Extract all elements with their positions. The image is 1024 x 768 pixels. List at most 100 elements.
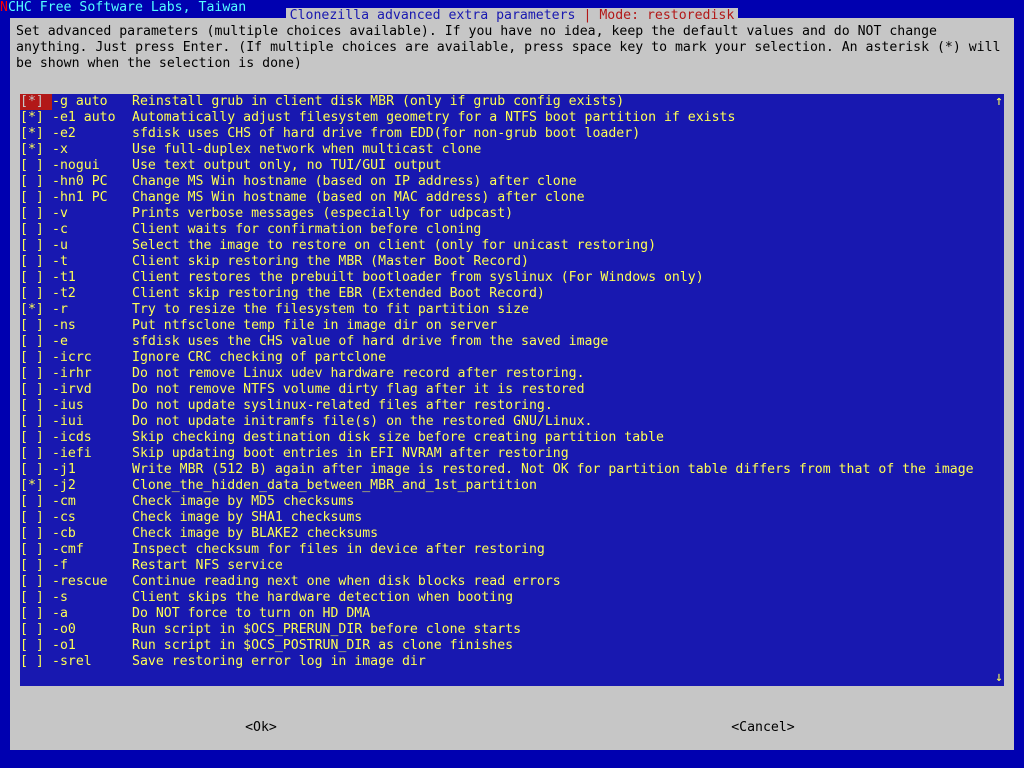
option-row[interactable]: [ ] -noguiUse text output only, no TUI/G… <box>20 158 1004 174</box>
option-row[interactable]: [ ] -cmfInspect checksum for files in de… <box>20 542 1004 558</box>
checkbox-indicator[interactable]: [ ] <box>20 494 52 510</box>
option-flag: -icrc <box>52 350 132 366</box>
checkbox-indicator[interactable]: [ ] <box>20 238 52 254</box>
option-row[interactable]: [ ] -irvdDo not remove NTFS volume dirty… <box>20 382 1004 398</box>
checkbox-indicator[interactable]: [ ] <box>20 334 52 350</box>
checkbox-indicator[interactable]: [ ] <box>20 398 52 414</box>
checkbox-indicator[interactable]: [ ] <box>20 222 52 238</box>
option-flag: -u <box>52 238 132 254</box>
options-list[interactable]: ↑ [*] -g autoReinstall grub in client di… <box>20 94 1004 686</box>
checkbox-indicator[interactable]: [ ] <box>20 590 52 606</box>
option-row[interactable]: [ ] -iusDo not update syslinux-related f… <box>20 398 1004 414</box>
checkbox-indicator[interactable]: [ ] <box>20 270 52 286</box>
option-description: Continue reading next one when disk bloc… <box>132 574 1004 590</box>
option-row[interactable]: [ ] -sClient skips the hardware detectio… <box>20 590 1004 606</box>
checkbox-indicator[interactable]: [*] <box>20 126 52 142</box>
option-description: Client waits for confirmation before clo… <box>132 222 1004 238</box>
option-row[interactable]: [ ] -csCheck image by SHA1 checksums <box>20 510 1004 526</box>
option-row[interactable]: [ ] -t1Client restores the prebuilt boot… <box>20 270 1004 286</box>
option-row[interactable]: [ ] -fRestart NFS service <box>20 558 1004 574</box>
checkbox-indicator[interactable]: [*] <box>20 142 52 158</box>
option-description: Run script in $OCS_PRERUN_DIR before clo… <box>132 622 1004 638</box>
checkbox-indicator[interactable]: [ ] <box>20 350 52 366</box>
checkbox-indicator[interactable]: [ ] <box>20 430 52 446</box>
option-row[interactable]: [ ] -cmCheck image by MD5 checksums <box>20 494 1004 510</box>
checkbox-indicator[interactable]: [ ] <box>20 574 52 590</box>
option-flag: -x <box>52 142 132 158</box>
checkbox-indicator[interactable]: [*] <box>20 94 52 110</box>
option-flag: -o0 <box>52 622 132 638</box>
option-row[interactable]: [ ] -uSelect the image to restore on cli… <box>20 238 1004 254</box>
scroll-down-icon[interactable]: ↓ <box>994 670 1004 686</box>
option-row[interactable]: [ ] -iefiSkip updating boot entries in E… <box>20 446 1004 462</box>
option-flag: -o1 <box>52 638 132 654</box>
checkbox-indicator[interactable]: [ ] <box>20 606 52 622</box>
option-flag: -irvd <box>52 382 132 398</box>
checkbox-indicator[interactable]: [ ] <box>20 446 52 462</box>
option-description: Do not remove NTFS volume dirty flag aft… <box>132 382 1004 398</box>
option-row[interactable]: [*] -rTry to resize the filesystem to fi… <box>20 302 1004 318</box>
option-row[interactable]: [ ] -rescueContinue reading next one whe… <box>20 574 1004 590</box>
checkbox-indicator[interactable]: [ ] <box>20 654 52 670</box>
option-row[interactable]: [ ] -vPrints verbose messages (especiall… <box>20 206 1004 222</box>
checkbox-indicator[interactable]: [ ] <box>20 414 52 430</box>
option-row[interactable]: [ ] -esfdisk uses the CHS value of hard … <box>20 334 1004 350</box>
checkbox-indicator[interactable]: [ ] <box>20 510 52 526</box>
option-row[interactable]: [ ] -iuiDo not update initramfs file(s) … <box>20 414 1004 430</box>
checkbox-indicator[interactable]: [*] <box>20 478 52 494</box>
checkbox-indicator[interactable]: [ ] <box>20 254 52 270</box>
option-flag: -cb <box>52 526 132 542</box>
option-row[interactable]: [ ] -hn1 PCChange MS Win hostname (based… <box>20 190 1004 206</box>
checkbox-indicator[interactable]: [ ] <box>20 542 52 558</box>
option-description: Put ntfsclone temp file in image dir on … <box>132 318 1004 334</box>
scroll-up-icon[interactable]: ↑ <box>994 94 1004 110</box>
checkbox-indicator[interactable]: [ ] <box>20 558 52 574</box>
option-row[interactable]: [ ] -aDo NOT force to turn on HD DMA <box>20 606 1004 622</box>
option-row[interactable]: [*] -xUse full-duplex network when multi… <box>20 142 1004 158</box>
checkbox-indicator[interactable]: [ ] <box>20 638 52 654</box>
checkbox-indicator[interactable]: [ ] <box>20 622 52 638</box>
option-row[interactable]: [ ] -tClient skip restoring the MBR (Mas… <box>20 254 1004 270</box>
option-row[interactable]: [ ] -icrcIgnore CRC checking of partclon… <box>20 350 1004 366</box>
option-description: Check image by BLAKE2 checksums <box>132 526 1004 542</box>
cancel-button[interactable]: <Cancel> <box>512 720 1014 736</box>
option-row[interactable]: [ ] -o0Run script in $OCS_PRERUN_DIR bef… <box>20 622 1004 638</box>
option-row[interactable]: [ ] -cbCheck image by BLAKE2 checksums <box>20 526 1004 542</box>
option-row[interactable]: [ ] -srelSave restoring error log in ima… <box>20 654 1004 670</box>
checkbox-indicator[interactable]: [ ] <box>20 318 52 334</box>
option-flag: -cm <box>52 494 132 510</box>
ok-button[interactable]: <Ok> <box>10 720 512 736</box>
topbar-label: CHC Free Software Labs, Taiwan <box>8 0 246 15</box>
checkbox-indicator[interactable]: [ ] <box>20 286 52 302</box>
checkbox-indicator[interactable]: [ ] <box>20 366 52 382</box>
checkbox-indicator[interactable]: [ ] <box>20 206 52 222</box>
option-row[interactable]: [ ] -cClient waits for confirmation befo… <box>20 222 1004 238</box>
option-row[interactable]: [*] -g autoReinstall grub in client disk… <box>20 94 1004 110</box>
option-row[interactable]: [ ] -o1Run script in $OCS_POSTRUN_DIR as… <box>20 638 1004 654</box>
option-row[interactable]: [ ] -hn0 PCChange MS Win hostname (based… <box>20 174 1004 190</box>
option-row[interactable]: [ ] -icdsSkip checking destination disk … <box>20 430 1004 446</box>
checkbox-indicator[interactable]: [ ] <box>20 174 52 190</box>
option-description: Try to resize the filesystem to fit part… <box>132 302 1004 318</box>
option-flag: -v <box>52 206 132 222</box>
option-row[interactable]: [*] -e2sfdisk uses CHS of hard drive fro… <box>20 126 1004 142</box>
checkbox-indicator[interactable]: [*] <box>20 110 52 126</box>
checkbox-indicator[interactable]: [ ] <box>20 462 52 478</box>
checkbox-indicator[interactable]: [ ] <box>20 190 52 206</box>
option-description: sfdisk uses the CHS value of hard drive … <box>132 334 1004 350</box>
option-row[interactable]: [ ] -nsPut ntfsclone temp file in image … <box>20 318 1004 334</box>
checkbox-indicator[interactable]: [ ] <box>20 526 52 542</box>
checkbox-indicator[interactable]: [ ] <box>20 158 52 174</box>
option-row[interactable]: [*] -j2Clone_the_hidden_data_between_MBR… <box>20 478 1004 494</box>
option-description: Run script in $OCS_POSTRUN_DIR as clone … <box>132 638 1004 654</box>
option-row[interactable]: [ ] -irhrDo not remove Linux udev hardwa… <box>20 366 1004 382</box>
option-row[interactable]: [ ] -j1Write MBR (512 B) again after ima… <box>20 462 1004 478</box>
option-description: Client restores the prebuilt bootloader … <box>132 270 1004 286</box>
checkbox-indicator[interactable]: [*] <box>20 302 52 318</box>
option-row[interactable]: [*] -e1 autoAutomatically adjust filesys… <box>20 110 1004 126</box>
option-row[interactable]: [ ] -t2Client skip restoring the EBR (Ex… <box>20 286 1004 302</box>
option-flag: -t1 <box>52 270 132 286</box>
option-flag: -srel <box>52 654 132 670</box>
checkbox-indicator[interactable]: [ ] <box>20 382 52 398</box>
option-flag: -hn1 PC <box>52 190 132 206</box>
